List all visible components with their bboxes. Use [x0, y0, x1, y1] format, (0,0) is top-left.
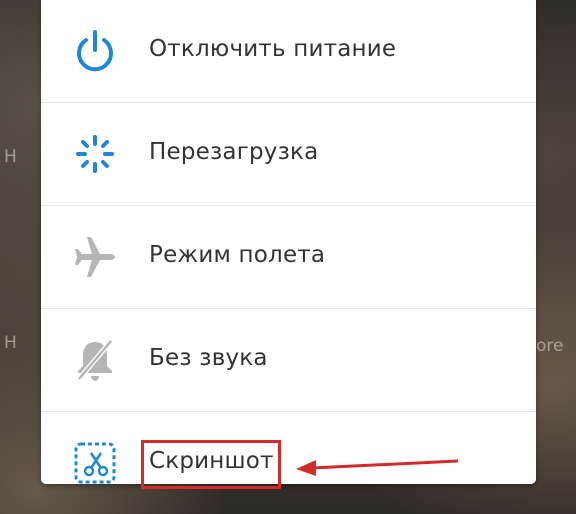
background-text: ore — [536, 336, 564, 356]
airplane-mode-item[interactable]: Режим полета — [41, 206, 536, 309]
power-icon — [70, 26, 120, 76]
background-text: H — [4, 147, 17, 167]
power-off-item[interactable]: Отключить питание — [41, 0, 536, 103]
screenshot-item[interactable]: Скриншот — [41, 412, 536, 484]
power-menu-dialog: Отключить питание Перезагрузка Режим пол… — [41, 0, 536, 484]
restart-label: Перезагрузка — [149, 139, 319, 165]
bell-muted-icon — [70, 335, 120, 385]
power-off-label: Отключить питание — [149, 36, 397, 62]
airplane-mode-label: Режим полета — [149, 242, 326, 268]
annotation-highlight-box — [141, 440, 281, 489]
background-text: H — [4, 333, 17, 353]
restart-spinner-icon — [70, 129, 120, 179]
restart-item[interactable]: Перезагрузка — [41, 103, 536, 206]
silent-mode-label: Без звука — [149, 345, 268, 371]
silent-mode-item[interactable]: Без звука — [41, 309, 536, 412]
airplane-icon — [70, 232, 120, 282]
screenshot-scissors-icon — [70, 438, 120, 484]
